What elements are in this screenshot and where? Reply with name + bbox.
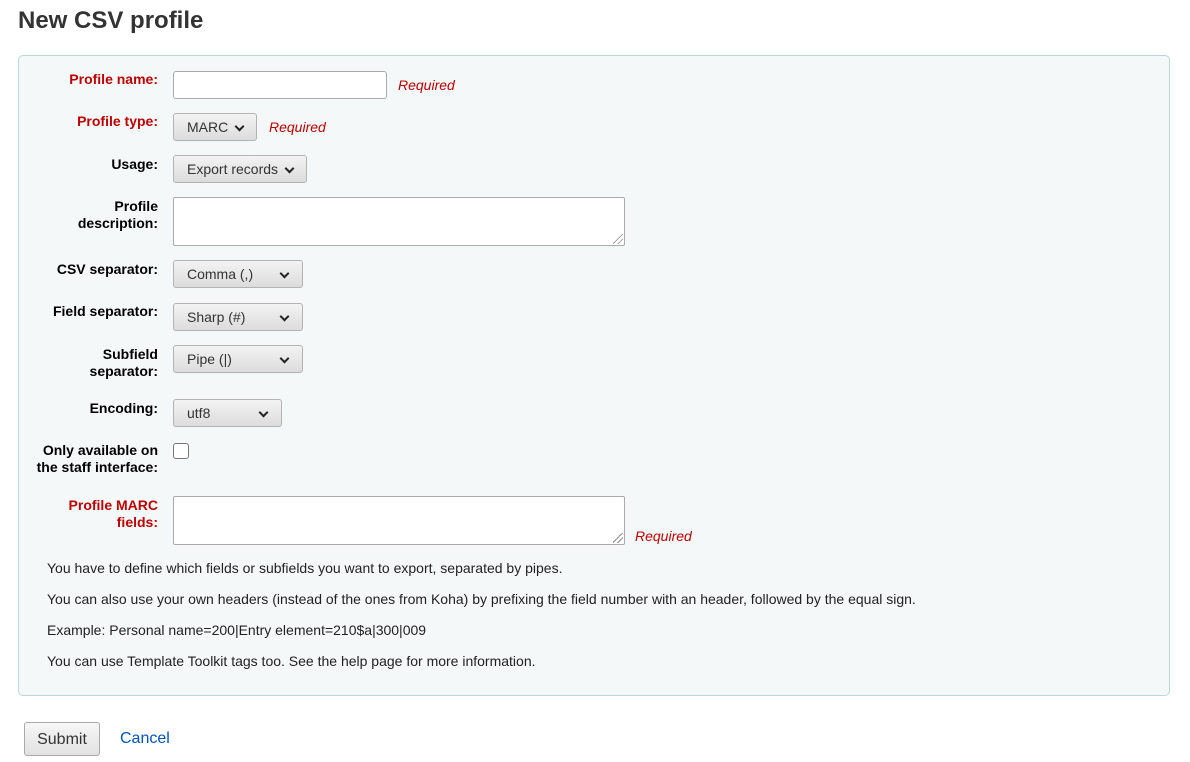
csv-profile-form: Profile name: Required Profile type: MAR…	[18, 55, 1170, 696]
usage-label: Usage:	[111, 156, 158, 172]
chevron-down-icon	[279, 268, 290, 279]
profile-type-required: Required	[269, 119, 326, 135]
profile-description-label: Profile description:	[77, 198, 158, 231]
submit-button[interactable]: Submit	[24, 722, 100, 756]
subfield-separator-value: Pipe (|)	[187, 351, 232, 367]
csv-separator-select[interactable]: Comma (,)	[173, 260, 303, 288]
staff-only-checkbox[interactable]	[173, 443, 189, 459]
hint-text: You can also use your own headers (inste…	[47, 591, 916, 607]
cancel-link[interactable]: Cancel	[120, 730, 170, 748]
encoding-select[interactable]: utf8	[173, 399, 282, 427]
profile-marc-fields-required: Required	[635, 528, 692, 544]
profile-marc-fields-label: Profile MARC fields:	[68, 497, 158, 530]
usage-select[interactable]: Export records	[173, 155, 307, 183]
encoding-label: Encoding:	[89, 400, 158, 416]
subfield-separator-label: Subfield separator:	[89, 346, 158, 379]
field-separator-select[interactable]: Sharp (#)	[173, 303, 303, 331]
hint-text: You can use Template Toolkit tags too. S…	[47, 653, 536, 669]
usage-value: Export records	[187, 161, 279, 177]
hint-text: Example: Personal name=200|Entry element…	[47, 622, 427, 638]
profile-type-label: Profile type:	[77, 113, 158, 129]
chevron-down-icon	[258, 407, 269, 418]
chevron-down-icon	[234, 121, 245, 132]
chevron-down-icon	[284, 163, 295, 174]
csv-separator-label: CSV separator:	[56, 261, 158, 277]
profile-name-input[interactable]	[173, 71, 387, 99]
profile-marc-fields-textarea[interactable]	[173, 496, 625, 545]
field-separator-label: Field separator:	[52, 303, 158, 319]
staff-only-label: Only available on the staff interface:	[36, 442, 158, 475]
field-separator-value: Sharp (#)	[187, 309, 246, 325]
profile-description-textarea[interactable]	[173, 197, 625, 246]
encoding-value: utf8	[187, 405, 211, 421]
profile-type-select[interactable]: MARC	[173, 113, 257, 141]
resize-handle-icon[interactable]	[613, 533, 623, 543]
subfield-separator-select[interactable]: Pipe (|)	[173, 345, 303, 373]
chevron-down-icon	[279, 311, 290, 322]
chevron-down-icon	[279, 353, 290, 364]
profile-type-value: MARC	[187, 119, 229, 135]
profile-name-required: Required	[398, 77, 455, 93]
resize-handle-icon[interactable]	[613, 234, 623, 244]
csv-separator-value: Comma (,)	[187, 266, 254, 282]
profile-name-label: Profile name:	[69, 71, 158, 87]
page-title: New CSV profile	[18, 7, 204, 34]
hint-text: You have to define which fields or subfi…	[47, 560, 563, 576]
